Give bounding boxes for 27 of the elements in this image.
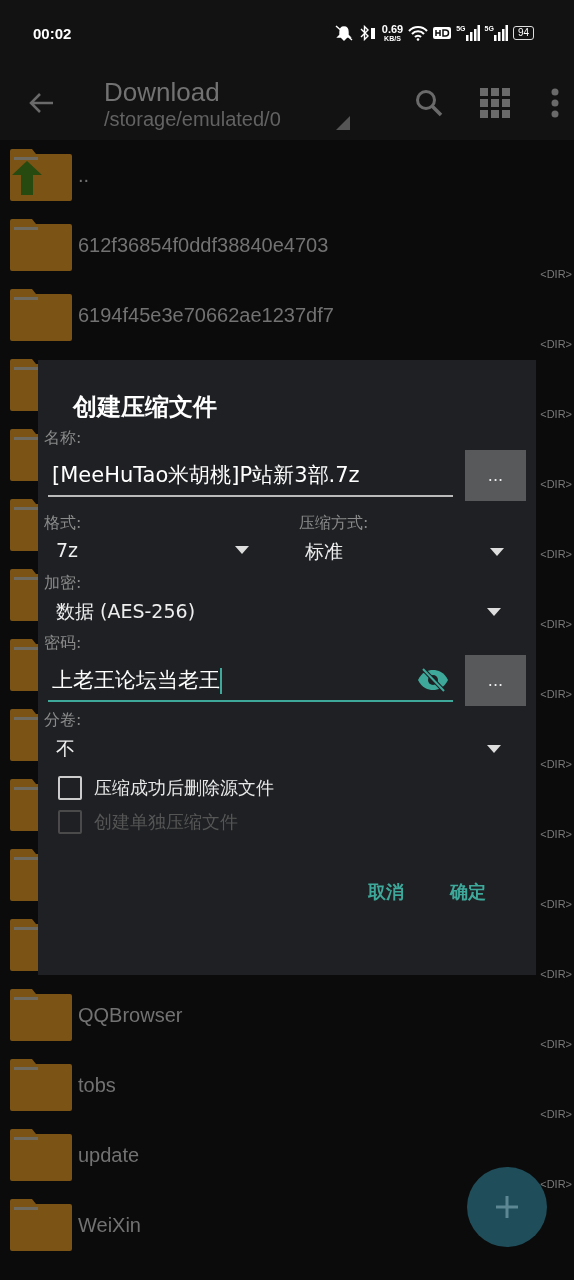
file-type-label: <DIR>: [540, 968, 572, 980]
file-type-label: <DIR>: [540, 1108, 572, 1120]
file-type-label: <DIR>: [540, 828, 572, 840]
file-type-label: <DIR>: [540, 1178, 572, 1190]
file-type-label: <DIR>: [540, 548, 572, 560]
file-type-label: <DIR>: [540, 688, 572, 700]
field-label: 名称:: [44, 427, 82, 449]
file-type-label: <DIR>: [540, 268, 572, 280]
file-type-label: <DIR>: [540, 408, 572, 420]
folder-path: /storage/emulated/0: [104, 107, 282, 131]
file-type-label: <DIR>: [540, 898, 572, 910]
status-time: 00:02: [33, 24, 72, 42]
file-type-label: <DIR>: [540, 478, 572, 490]
folder-title: Download: [104, 75, 221, 108]
field-label: 密码:: [44, 632, 82, 654]
file-type-label: <DIR>: [540, 1038, 572, 1050]
file-type-label: <DIR>: [540, 338, 572, 350]
dialog-title: 创建压缩文件: [73, 392, 217, 423]
field-label: 压缩方式:: [299, 512, 369, 534]
field-label: 格式:: [44, 512, 82, 534]
file-type-label: <DIR>: [540, 758, 572, 770]
field-label: 加密:: [44, 572, 82, 594]
network-speed: 0.69: [381, 24, 404, 35]
checkbox-label: 压缩成功后删除源文件: [94, 776, 274, 800]
battery-level: 94: [512, 26, 534, 40]
file-type-label: <DIR>: [540, 618, 572, 630]
field-label: 分卷:: [44, 709, 82, 731]
